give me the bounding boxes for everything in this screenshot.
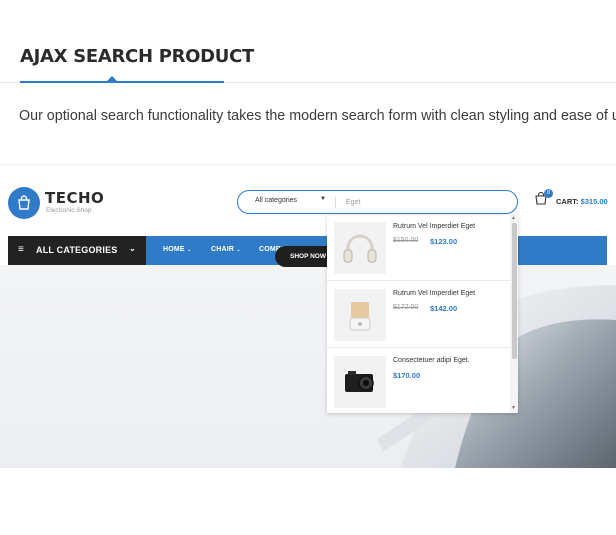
result-price: $142.00 [430, 304, 458, 313]
cart-label: CART: [556, 197, 579, 206]
search-results-dropdown: Rutrum Vel Imperdiet Eget $150.00 $123.0… [327, 215, 518, 413]
title-accent-line [20, 81, 224, 83]
search-form: All categories ▼ [237, 190, 518, 214]
camera-thumbnail[interactable] [334, 356, 386, 408]
scroll-down-icon[interactable]: ▼ [511, 405, 516, 411]
cart-amount: $315.00 [580, 197, 608, 206]
phone-image [376, 285, 616, 468]
brand-name[interactable]: TECHO [45, 189, 104, 207]
shop-demo: TECHO Electronic Shop All categories ▼ 0… [0, 165, 616, 468]
menu-icon: ≡ [18, 244, 24, 255]
result-name[interactable]: Consectetuer adipi Eget. [393, 357, 470, 364]
shopping-bag-logo-icon[interactable] [8, 187, 40, 219]
nav-item-chair[interactable]: CHAIR ⌄ [211, 246, 241, 253]
all-categories-label: ALL CATEGORIES [36, 245, 118, 255]
headphones-thumbnail[interactable] [334, 222, 386, 274]
section-title: AJAX SEARCH PRODUCT [20, 46, 254, 67]
result-price: $123.00 [430, 237, 458, 246]
search-result-item[interactable]: Rutrum Vel Imperdiet Eget $150.00 $123.0… [327, 215, 510, 281]
scroll-up-icon[interactable]: ▲ [511, 215, 516, 221]
result-price: $170.00 [393, 371, 421, 380]
brand-tagline: Electronic Shop [46, 207, 92, 214]
chevron-down-icon: ⌄ [129, 244, 136, 253]
category-dropdown-arrow-icon[interactable]: ▼ [320, 196, 326, 202]
result-old-price: $150.00 [393, 237, 419, 244]
result-old-price: $172.00 [393, 304, 419, 311]
all-categories-button[interactable]: ≡ ALL CATEGORIES ⌄ [8, 236, 146, 265]
section-description: Our optional search functionality takes … [19, 108, 616, 124]
title-caret [106, 76, 118, 82]
cart-summary[interactable]: CART: $315.00 [556, 197, 608, 206]
hero-banner [0, 265, 616, 468]
cart-count-badge: 0 [544, 189, 553, 198]
search-separator [335, 197, 336, 208]
search-result-item[interactable]: Consectetuer adipi Eget. $170.00 [327, 349, 510, 413]
search-result-item[interactable]: Rutrum Vel Imperdiet Eget $172.00 $142.0… [327, 282, 510, 348]
result-name[interactable]: Rutrum Vel Imperdiet Eget [393, 290, 475, 297]
speaker-thumbnail[interactable] [334, 289, 386, 341]
result-name[interactable]: Rutrum Vel Imperdiet Eget [393, 223, 475, 230]
search-input[interactable] [346, 195, 506, 209]
nav-item-home[interactable]: HOME ⌄ [163, 246, 191, 253]
category-select[interactable]: All categories [255, 197, 297, 204]
dropdown-scrollbar-thumb[interactable] [512, 223, 517, 359]
